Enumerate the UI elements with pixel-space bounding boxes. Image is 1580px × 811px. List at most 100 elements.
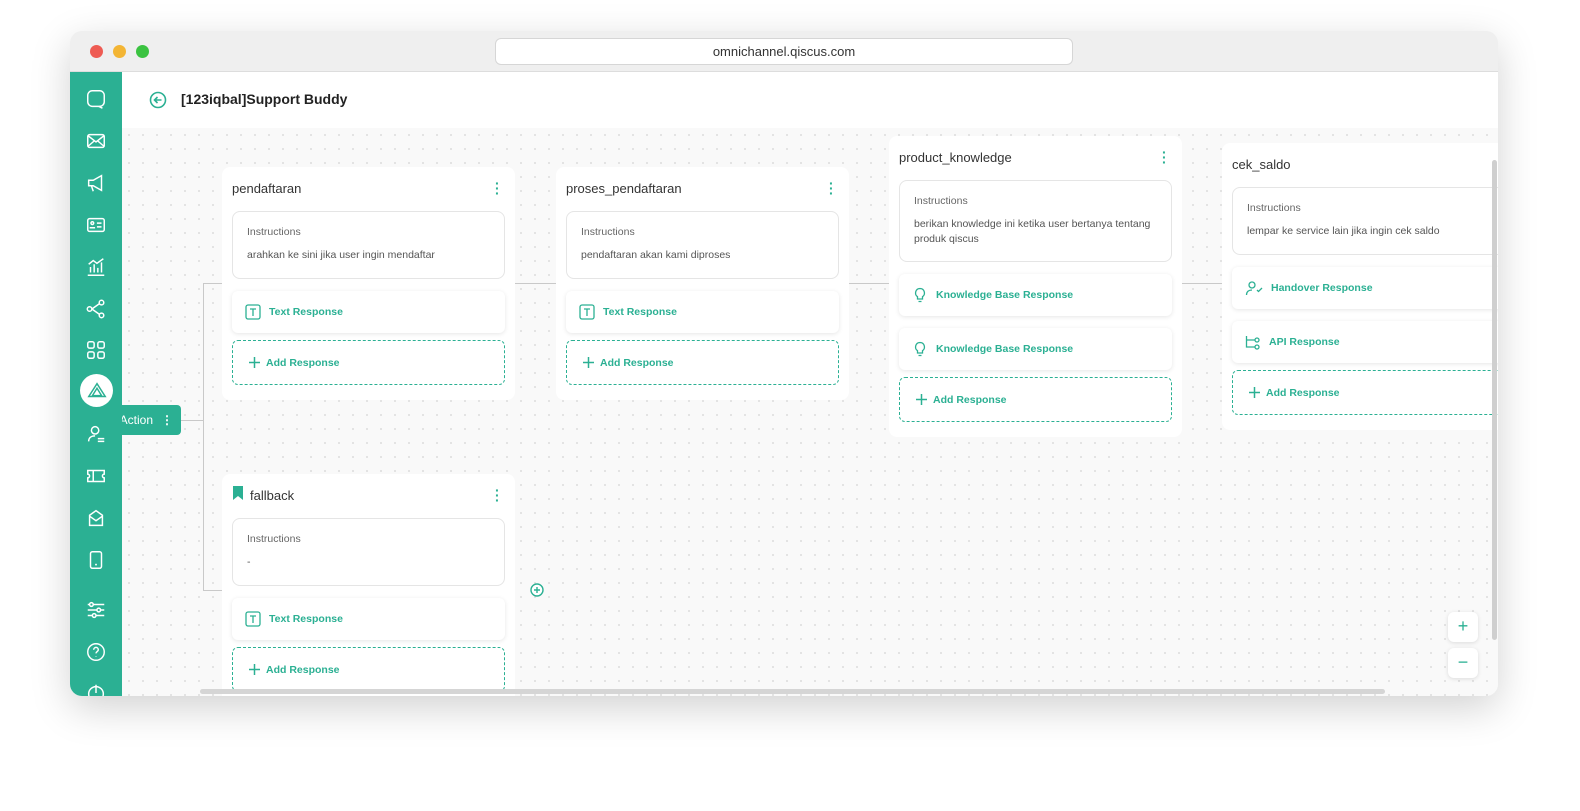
more-options-icon[interactable]: · · · — [829, 176, 834, 200]
sidebar-item-settings-sliders[interactable] — [84, 598, 108, 622]
page-header: [123iqbal]Support Buddy — [122, 72, 1498, 128]
sidebar-item-megaphone[interactable] — [84, 171, 108, 195]
more-options-icon[interactable]: · · · — [495, 176, 500, 200]
sidebar-item-analytics[interactable] — [84, 255, 108, 279]
add-response-button[interactable]: Add Response — [566, 340, 839, 385]
sidebar-item-help[interactable] — [84, 640, 108, 664]
flow-canvas[interactable]: pendaftaran · · · Instructions arahkan ke sin… — [115, 128, 1498, 696]
minimize-window-button[interactable] — [113, 45, 126, 58]
instructions-box[interactable]: Instructions arahkan ke sini jika user in… — [232, 211, 505, 279]
sidebar-item-ai-agent[interactable] — [80, 374, 113, 407]
analytics-icon — [87, 258, 105, 276]
connector-line — [515, 283, 556, 284]
intent-card: product_knowledge · · · Instructions berikan … — [889, 136, 1182, 437]
add-node-icon[interactable] — [530, 583, 544, 602]
response-label: Text Response — [269, 306, 343, 318]
settings-sliders-icon — [87, 601, 105, 619]
response-item-text[interactable]: Text Response — [566, 291, 839, 333]
instructions-text: lempar ke service lain jika ingin cek sa… — [1247, 225, 1440, 237]
response-item-handover[interactable]: Handover Response — [1232, 267, 1498, 309]
action-node-label: Action — [119, 413, 153, 427]
sidebar-item-mail[interactable] — [84, 129, 108, 153]
sidebar-item-inbox[interactable] — [84, 506, 108, 530]
add-response-button[interactable]: Add Response — [1232, 370, 1498, 415]
add-response-button[interactable]: Add Response — [232, 340, 505, 385]
connector-line — [1181, 283, 1222, 284]
response-item-text[interactable]: Text Response — [232, 291, 505, 333]
response-label: Knowledge Base Response — [936, 343, 1074, 355]
instructions-label: Instructions — [914, 195, 968, 207]
more-options-icon[interactable]: · · · — [1162, 145, 1167, 169]
connector-line — [181, 420, 203, 421]
card-title: proses_pendaftaran — [566, 167, 839, 211]
sidebar-item-user-role[interactable] — [84, 422, 108, 446]
response-label: API Response — [1269, 336, 1340, 348]
plus-icon — [916, 394, 927, 405]
sidebar-item-mobile[interactable] — [84, 548, 108, 572]
add-response-button[interactable]: Add Response — [899, 377, 1172, 422]
sidebar-item-contact-card[interactable] — [84, 213, 108, 237]
card-title: fallback — [232, 474, 505, 518]
address-bar[interactable]: omnichannel.qiscus.com — [495, 38, 1073, 65]
user-handover-icon — [1245, 281, 1263, 296]
response-item-api[interactable]: API Response — [1232, 321, 1498, 363]
connector-line — [848, 283, 889, 284]
page-title: [123iqbal]Support Buddy — [181, 91, 348, 107]
sidebar-item-ticket[interactable] — [84, 464, 108, 488]
instructions-box[interactable]: Instructions lempar ke service lain jika … — [1232, 187, 1498, 255]
power-icon — [87, 684, 105, 696]
add-response-label: Add Response — [933, 393, 1007, 406]
bookmark-icon — [232, 474, 244, 518]
user-role-icon — [87, 425, 105, 443]
sidebar — [70, 72, 122, 696]
text-icon — [245, 611, 261, 627]
response-label: Handover Response — [1271, 282, 1373, 294]
ticket-icon — [87, 469, 105, 483]
contact-card-icon — [87, 217, 105, 233]
intent-card: proses_pendaftaran · · · Instructions pendaft… — [556, 167, 849, 400]
browser-window: omnichannel.qiscus.com [123iqbal]Support… — [70, 31, 1498, 696]
vertical-scrollbar[interactable] — [1492, 160, 1497, 640]
plus-icon — [583, 357, 594, 368]
card-title-text: pendaftaran — [232, 181, 302, 196]
megaphone-icon — [87, 174, 103, 192]
flow-icon — [86, 299, 105, 319]
horizontal-scrollbar[interactable] — [200, 689, 1385, 694]
card-title-text: fallback — [250, 488, 295, 503]
add-response-label: Add Response — [266, 356, 340, 369]
zoom-in-button[interactable]: + — [1448, 612, 1478, 642]
add-response-button[interactable]: Add Response — [232, 647, 505, 692]
add-response-label: Add Response — [266, 663, 340, 676]
instructions-box[interactable]: Instructions pendaftaran akan kami dipros… — [566, 211, 839, 279]
connector-line — [203, 590, 222, 591]
response-item-kb[interactable]: Knowledge Base Response — [899, 274, 1172, 316]
plus-icon — [249, 664, 260, 675]
response-item-text[interactable]: Text Response — [232, 598, 505, 640]
intent-card: pendaftaran · · · Instructions arahkan ke sin… — [222, 167, 515, 400]
card-title-text: product_knowledge — [899, 150, 1012, 165]
response-item-kb[interactable]: Knowledge Base Response — [899, 328, 1172, 370]
zoom-out-button[interactable]: − — [1448, 648, 1478, 678]
connector-line — [203, 283, 222, 284]
instructions-box[interactable]: Instructions - — [232, 518, 505, 586]
lightbulb-icon — [914, 287, 926, 303]
action-node[interactable]: Action ⋮ — [115, 405, 181, 435]
card-title: product_knowledge — [899, 136, 1172, 180]
sidebar-item-apps[interactable] — [84, 338, 108, 362]
back-arrow-icon[interactable] — [149, 91, 167, 109]
mail-icon — [87, 133, 105, 149]
add-response-label: Add Response — [600, 356, 674, 369]
intent-card: fallback · · · Instructions - Text Response Add… — [222, 474, 515, 696]
instructions-box[interactable]: Instructions berikan knowledge ini ketika… — [899, 180, 1172, 262]
plus-icon — [1249, 387, 1260, 398]
sidebar-item-power[interactable] — [84, 681, 108, 696]
card-title: pendaftaran — [232, 167, 505, 211]
sidebar-item-chat[interactable] — [84, 87, 108, 111]
maximize-window-button[interactable] — [136, 45, 149, 58]
intent-card: cek_saldo Instructions lempar ke service l… — [1222, 143, 1498, 430]
connector-line — [203, 283, 204, 590]
sidebar-item-flow[interactable] — [84, 297, 108, 321]
close-window-button[interactable] — [90, 45, 103, 58]
more-options-icon[interactable]: · · · — [495, 483, 500, 507]
more-options-icon[interactable]: ⋮ — [161, 413, 173, 427]
